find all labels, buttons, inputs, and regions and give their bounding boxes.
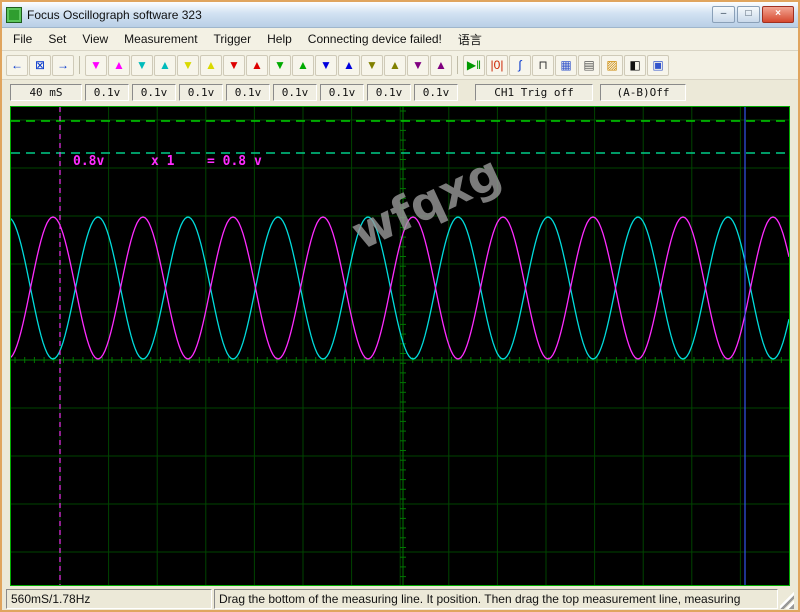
minimize-button[interactable]: – <box>712 6 735 23</box>
trigger-mode[interactable]: CH1 Trig off <box>475 84 593 101</box>
ab-mode[interactable]: (A-B)Off <box>600 84 686 101</box>
channel-2-down-icon[interactable]: ▼ <box>131 55 153 76</box>
toolbar-separator <box>79 56 80 74</box>
ch4-volt-scale[interactable]: 0.1v <box>226 84 270 101</box>
toolbar-nav-group: ←⊠→ <box>6 55 74 76</box>
resize-grip[interactable] <box>780 589 794 609</box>
maximize-button[interactable]: □ <box>737 6 760 23</box>
channel-3-down-icon[interactable]: ▼ <box>177 55 199 76</box>
channel-5-down-icon[interactable]: ▼ <box>269 55 291 76</box>
channel-3-up-icon[interactable]: ▲ <box>200 55 222 76</box>
channel-6-up-icon[interactable]: ▲ <box>338 55 360 76</box>
app-icon <box>6 7 22 23</box>
select-box-icon[interactable]: ⊠ <box>29 55 51 76</box>
menu-view[interactable]: View <box>75 30 115 48</box>
menubar: File Set View Measurement Trigger Help C… <box>2 28 798 51</box>
channel-1-up-icon[interactable]: ▲ <box>108 55 130 76</box>
ch5-volt-scale[interactable]: 0.1v <box>273 84 317 101</box>
toolbar-separator <box>457 56 458 74</box>
open-folder-icon[interactable]: ▨ <box>601 55 623 76</box>
channel-6-down-icon[interactable]: ▼ <box>315 55 337 76</box>
toolbar-channel-group: ▼▲▼▲▼▲▼▲▼▲▼▲▼▲▼▲ <box>85 55 452 76</box>
ch1-volt-scale[interactable]: 0.1v <box>85 84 129 101</box>
ch7-volt-scale[interactable]: 0.1v <box>367 84 411 101</box>
statusbar: 560mS/1.78Hz Drag the bottom of the meas… <box>2 589 798 609</box>
contrast-icon[interactable]: ◧ <box>624 55 646 76</box>
channel-2-up-icon[interactable]: ▲ <box>154 55 176 76</box>
menu-connection-status[interactable]: Connecting device failed! <box>301 30 449 48</box>
forward-arrow-icon[interactable]: → <box>52 55 74 76</box>
measure-readout: 0.8v <box>73 154 104 169</box>
channel-8-down-icon[interactable]: ▼ <box>407 55 429 76</box>
toolbar-action-group: ▶‖|0|∫⊓▦▤▨◧▣ <box>463 55 669 76</box>
channel-1-down-icon[interactable]: ▼ <box>85 55 107 76</box>
language-box-icon[interactable]: ▣ <box>647 55 669 76</box>
menu-file[interactable]: File <box>6 30 39 48</box>
grid-icon[interactable]: ▦ <box>555 55 577 76</box>
status-hint: Drag the bottom of the measuring line. I… <box>214 589 778 609</box>
menu-measurement[interactable]: Measurement <box>117 30 204 48</box>
channel-4-down-icon[interactable]: ▼ <box>223 55 245 76</box>
ch8-volt-scale[interactable]: 0.1v <box>414 84 458 101</box>
channel-4-up-icon[interactable]: ▲ <box>246 55 268 76</box>
menu-set[interactable]: Set <box>41 30 73 48</box>
window-controls: – □ × <box>712 6 794 23</box>
titlebar: Focus Oscillograph software 323 – □ × <box>2 2 798 28</box>
integral-icon[interactable]: ∫ <box>509 55 531 76</box>
window-title: Focus Oscillograph software 323 <box>27 8 707 22</box>
scale-bar: 40 mS 0.1v 0.1v 0.1v 0.1v 0.1v 0.1v 0.1v… <box>2 80 798 104</box>
channel-7-up-icon[interactable]: ▲ <box>384 55 406 76</box>
squarewave-icon[interactable]: ⊓ <box>532 55 554 76</box>
measure-readout: x 1 <box>151 154 175 169</box>
measure-readout: = 0.8 v <box>207 154 262 169</box>
save-icon[interactable]: ▤ <box>578 55 600 76</box>
zero-marker-icon[interactable]: |0| <box>486 55 508 76</box>
close-button[interactable]: × <box>762 6 794 23</box>
menu-language[interactable]: 语言 <box>451 29 489 50</box>
ch2-volt-scale[interactable]: 0.1v <box>132 84 176 101</box>
menu-help[interactable]: Help <box>260 30 299 48</box>
app-window: Focus Oscillograph software 323 – □ × Fi… <box>0 0 800 612</box>
ch3-volt-scale[interactable]: 0.1v <box>179 84 223 101</box>
scope-display[interactable]: 0.8vx 1= 0.8 vwfqxg <box>10 106 790 586</box>
run-pause-icon[interactable]: ▶‖ <box>463 55 485 76</box>
back-arrow-icon[interactable]: ← <box>6 55 28 76</box>
status-timebase: 560mS/1.78Hz <box>6 589 212 609</box>
channel-5-up-icon[interactable]: ▲ <box>292 55 314 76</box>
menu-trigger[interactable]: Trigger <box>207 30 259 48</box>
channel-7-down-icon[interactable]: ▼ <box>361 55 383 76</box>
toolbar: ←⊠→ ▼▲▼▲▼▲▼▲▼▲▼▲▼▲▼▲ ▶‖|0|∫⊓▦▤▨◧▣ <box>2 51 798 80</box>
ch6-volt-scale[interactable]: 0.1v <box>320 84 364 101</box>
channel-8-up-icon[interactable]: ▲ <box>430 55 452 76</box>
timebase-selector[interactable]: 40 mS <box>10 84 82 101</box>
